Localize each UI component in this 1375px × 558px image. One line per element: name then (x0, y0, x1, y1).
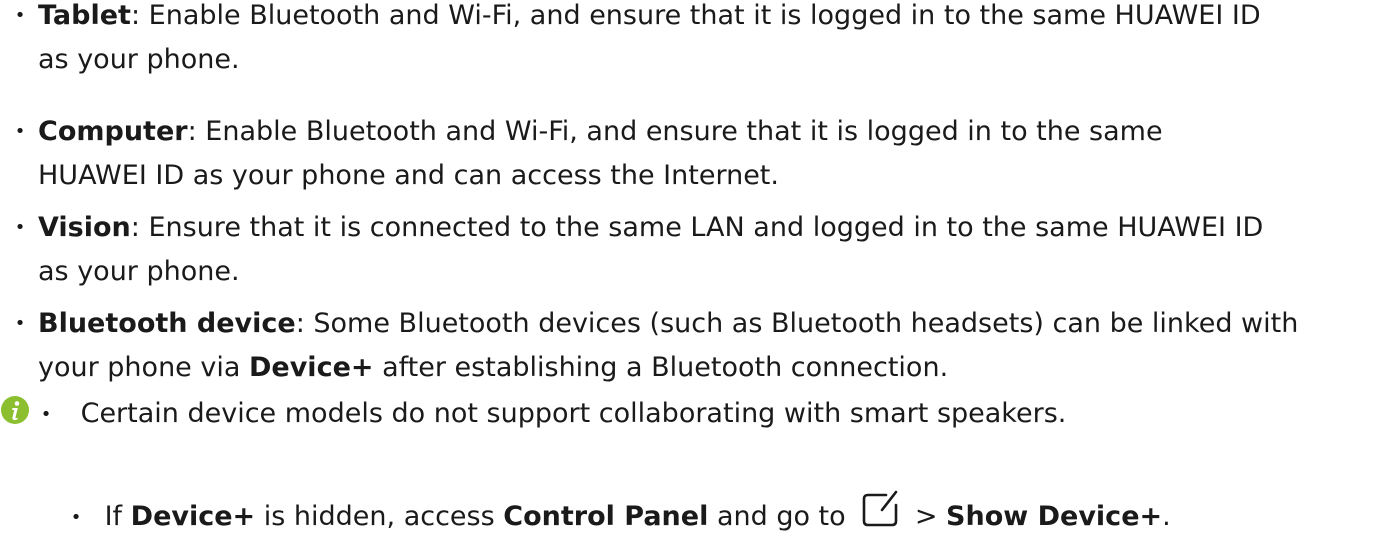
list-item-text-continued: as your phone. (38, 38, 1364, 82)
description-line: : Ensure that it is connected to the sam… (130, 212, 1264, 243)
note-text: > (906, 501, 947, 532)
note-text: Certain device models do not support col… (80, 398, 1067, 429)
description-line: HUAWEI ID as your phone and can access t… (38, 160, 779, 191)
device-plus-term: Device+ (248, 352, 374, 383)
bullet: • (70, 506, 82, 528)
list-item-tablet: • Tablet: Enable Bluetooth and Wi-Fi, an… (12, 0, 1364, 82)
list-item-bluetooth-device: • Bluetooth device: Some Bluetooth devic… (12, 302, 1364, 390)
description-line: as your phone. (38, 256, 240, 287)
list-item-computer: • Computer: Enable Bluetooth and Wi-Fi, … (12, 110, 1364, 198)
term-computer: Computer (38, 116, 188, 147)
bullet: • (40, 403, 52, 425)
list-item-text: Vision: Ensure that it is connected to t… (38, 206, 1364, 250)
device-plus-term: Device+ (130, 501, 256, 532)
control-panel-term: Control Panel (503, 501, 709, 532)
term-bluetooth-device: Bluetooth device (38, 308, 296, 339)
info-icon (1, 396, 29, 424)
bullet: • (14, 121, 26, 142)
note-item-smart-speakers: • Certain device models do not support c… (36, 392, 1067, 437)
note-text: . (1162, 501, 1171, 532)
description-line: : Enable Bluetooth and Wi-Fi, and ensure… (130, 0, 1261, 31)
document-body: • Tablet: Enable Bluetooth and Wi-Fi, an… (0, 0, 1375, 558)
list-item-text: Computer: Enable Bluetooth and Wi-Fi, an… (38, 110, 1364, 154)
list-item-text: Bluetooth device: Some Bluetooth devices… (38, 302, 1364, 346)
note-item-show-device-plus: • If Device+ is hidden, access Control P… (66, 489, 1171, 540)
list-item-text: Tablet: Enable Bluetooth and Wi-Fi, and … (38, 0, 1364, 38)
note-text: If (104, 501, 131, 532)
description-line: as your phone. (38, 44, 240, 75)
note-text: is hidden, access (255, 501, 504, 532)
term-vision: Vision (38, 212, 131, 243)
edit-icon (862, 490, 898, 527)
description-line: your phone via (38, 352, 249, 383)
note-text: and go to (708, 501, 855, 532)
description-line: : Enable Bluetooth and Wi-Fi, and ensure… (187, 116, 1163, 147)
list-item-text-continued: as your phone. (38, 250, 1364, 294)
term-tablet: Tablet (38, 0, 131, 31)
list-item-vision: • Vision: Ensure that it is connected to… (12, 206, 1364, 294)
show-device-plus-term: Show Device+ (946, 501, 1163, 532)
list-item-text-continued: HUAWEI ID as your phone and can access t… (38, 154, 1364, 198)
bullet: • (14, 313, 26, 334)
bullet: • (14, 217, 26, 238)
description-line: after establishing a Bluetooth connectio… (373, 352, 949, 383)
bullet: • (14, 5, 26, 26)
list-item-text-continued: your phone via Device+ after establishin… (38, 346, 1364, 390)
description-line: : Some Bluetooth devices (such as Blueto… (295, 308, 1299, 339)
